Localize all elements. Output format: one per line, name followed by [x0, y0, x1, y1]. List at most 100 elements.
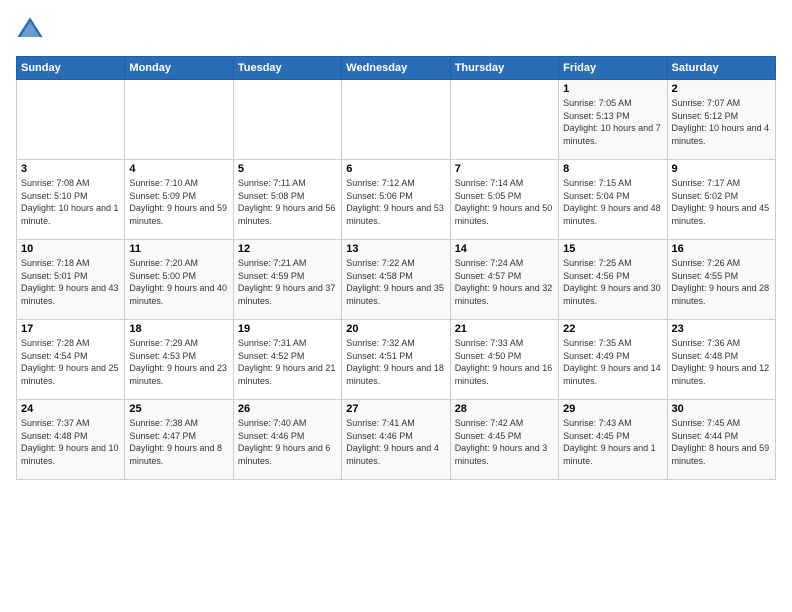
calendar-cell: 1 Sunrise: 7:05 AM Sunset: 5:13 PM Daylig… — [559, 80, 667, 160]
calendar-table: SundayMondayTuesdayWednesdayThursdayFrid… — [16, 56, 776, 480]
calendar-cell: 11 Sunrise: 7:20 AM Sunset: 5:00 PM Dayli… — [125, 240, 233, 320]
logo — [16, 16, 48, 44]
day-number: 25 — [129, 403, 228, 415]
day-info: Sunrise: 7:32 AM Sunset: 4:51 PM Dayligh… — [346, 337, 445, 387]
day-number: 30 — [672, 403, 771, 415]
day-info: Sunrise: 7:36 AM Sunset: 4:48 PM Dayligh… — [672, 337, 771, 387]
day-info: Sunrise: 7:38 AM Sunset: 4:47 PM Dayligh… — [129, 417, 228, 467]
calendar-cell: 12 Sunrise: 7:21 AM Sunset: 4:59 PM Dayli… — [233, 240, 341, 320]
day-info: Sunrise: 7:21 AM Sunset: 4:59 PM Dayligh… — [238, 257, 337, 307]
calendar-cell: 10 Sunrise: 7:18 AM Sunset: 5:01 PM Dayli… — [17, 240, 125, 320]
calendar-cell: 20 Sunrise: 7:32 AM Sunset: 4:51 PM Dayli… — [342, 320, 450, 400]
calendar-week-row: 17 Sunrise: 7:28 AM Sunset: 4:54 PM Dayli… — [17, 320, 776, 400]
day-info: Sunrise: 7:08 AM Sunset: 5:10 PM Dayligh… — [21, 177, 120, 227]
day-info: Sunrise: 7:41 AM Sunset: 4:46 PM Dayligh… — [346, 417, 445, 467]
day-info: Sunrise: 7:45 AM Sunset: 4:44 PM Dayligh… — [672, 417, 771, 467]
calendar-cell: 25 Sunrise: 7:38 AM Sunset: 4:47 PM Dayli… — [125, 400, 233, 480]
calendar-week-row: 10 Sunrise: 7:18 AM Sunset: 5:01 PM Dayli… — [17, 240, 776, 320]
day-number: 15 — [563, 243, 662, 255]
weekday-row: SundayMondayTuesdayWednesdayThursdayFrid… — [17, 57, 776, 80]
calendar-week-row: 1 Sunrise: 7:05 AM Sunset: 5:13 PM Daylig… — [17, 80, 776, 160]
calendar-cell: 8 Sunrise: 7:15 AM Sunset: 5:04 PM Daylig… — [559, 160, 667, 240]
day-number: 8 — [563, 163, 662, 175]
weekday-header: Friday — [559, 57, 667, 80]
calendar-cell: 16 Sunrise: 7:26 AM Sunset: 4:55 PM Dayli… — [667, 240, 775, 320]
calendar-cell: 18 Sunrise: 7:29 AM Sunset: 4:53 PM Dayli… — [125, 320, 233, 400]
day-number: 29 — [563, 403, 662, 415]
day-number: 26 — [238, 403, 337, 415]
day-info: Sunrise: 7:17 AM Sunset: 5:02 PM Dayligh… — [672, 177, 771, 227]
page: SundayMondayTuesdayWednesdayThursdayFrid… — [0, 0, 792, 612]
calendar-cell: 30 Sunrise: 7:45 AM Sunset: 4:44 PM Dayli… — [667, 400, 775, 480]
day-info: Sunrise: 7:31 AM Sunset: 4:52 PM Dayligh… — [238, 337, 337, 387]
calendar-cell: 17 Sunrise: 7:28 AM Sunset: 4:54 PM Dayli… — [17, 320, 125, 400]
day-info: Sunrise: 7:37 AM Sunset: 4:48 PM Dayligh… — [21, 417, 120, 467]
calendar-cell — [450, 80, 558, 160]
calendar-cell: 2 Sunrise: 7:07 AM Sunset: 5:12 PM Daylig… — [667, 80, 775, 160]
calendar-cell: 21 Sunrise: 7:33 AM Sunset: 4:50 PM Dayli… — [450, 320, 558, 400]
calendar-cell: 23 Sunrise: 7:36 AM Sunset: 4:48 PM Dayli… — [667, 320, 775, 400]
logo-icon — [16, 16, 44, 44]
day-number: 16 — [672, 243, 771, 255]
day-info: Sunrise: 7:28 AM Sunset: 4:54 PM Dayligh… — [21, 337, 120, 387]
header — [16, 16, 776, 44]
day-info: Sunrise: 7:20 AM Sunset: 5:00 PM Dayligh… — [129, 257, 228, 307]
day-info: Sunrise: 7:11 AM Sunset: 5:08 PM Dayligh… — [238, 177, 337, 227]
calendar-cell: 15Sunrise: 7:25 AM Sunset: 4:56 PM Dayli… — [559, 240, 667, 320]
day-info: Sunrise: 7:24 AM Sunset: 4:57 PM Dayligh… — [455, 257, 554, 307]
calendar-cell: 29 Sunrise: 7:43 AM Sunset: 4:45 PM Dayli… — [559, 400, 667, 480]
calendar-cell: 26 Sunrise: 7:40 AM Sunset: 4:46 PM Dayli… — [233, 400, 341, 480]
day-info: Sunrise: 7:14 AM Sunset: 5:05 PM Dayligh… — [455, 177, 554, 227]
day-info: Sunrise: 7:43 AM Sunset: 4:45 PM Dayligh… — [563, 417, 662, 467]
day-number: 20 — [346, 323, 445, 335]
weekday-header: Tuesday — [233, 57, 341, 80]
calendar-cell: 9 Sunrise: 7:17 AM Sunset: 5:02 PM Daylig… — [667, 160, 775, 240]
day-number: 11 — [129, 243, 228, 255]
day-info: Sunrise: 7:10 AM Sunset: 5:09 PM Dayligh… — [129, 177, 228, 227]
day-number: 10 — [21, 243, 120, 255]
day-info: Sunrise: 7:07 AM Sunset: 5:12 PM Dayligh… — [672, 97, 771, 147]
calendar-cell: 6 Sunrise: 7:12 AM Sunset: 5:06 PM Daylig… — [342, 160, 450, 240]
day-number: 7 — [455, 163, 554, 175]
day-info: Sunrise: 7:18 AM Sunset: 5:01 PM Dayligh… — [21, 257, 120, 307]
day-number: 3 — [21, 163, 120, 175]
day-info: Sunrise: 7:12 AM Sunset: 5:06 PM Dayligh… — [346, 177, 445, 227]
weekday-header: Thursday — [450, 57, 558, 80]
day-number: 17 — [21, 323, 120, 335]
day-number: 2 — [672, 83, 771, 95]
calendar-week-row: 24 Sunrise: 7:37 AM Sunset: 4:48 PM Dayli… — [17, 400, 776, 480]
day-number: 27 — [346, 403, 445, 415]
day-number: 22 — [563, 323, 662, 335]
day-number: 19 — [238, 323, 337, 335]
calendar-cell: 28 Sunrise: 7:42 AM Sunset: 4:45 PM Dayli… — [450, 400, 558, 480]
day-number: 12 — [238, 243, 337, 255]
day-number: 23 — [672, 323, 771, 335]
day-info: Sunrise: 7:05 AM Sunset: 5:13 PM Dayligh… — [563, 97, 662, 147]
day-number: 1 — [563, 83, 662, 95]
day-number: 18 — [129, 323, 228, 335]
calendar-cell: 19 Sunrise: 7:31 AM Sunset: 4:52 PM Dayli… — [233, 320, 341, 400]
weekday-header: Wednesday — [342, 57, 450, 80]
day-number: 9 — [672, 163, 771, 175]
day-number: 28 — [455, 403, 554, 415]
day-number: 24 — [21, 403, 120, 415]
day-info: Sunrise: 7:29 AM Sunset: 4:53 PM Dayligh… — [129, 337, 228, 387]
weekday-header: Saturday — [667, 57, 775, 80]
weekday-header: Sunday — [17, 57, 125, 80]
day-number: 6 — [346, 163, 445, 175]
day-number: 13 — [346, 243, 445, 255]
weekday-header: Monday — [125, 57, 233, 80]
calendar-header: SundayMondayTuesdayWednesdayThursdayFrid… — [17, 57, 776, 80]
day-number: 21 — [455, 323, 554, 335]
calendar-cell: 24 Sunrise: 7:37 AM Sunset: 4:48 PM Dayli… — [17, 400, 125, 480]
calendar-cell: 4Sunrise: 7:10 AM Sunset: 5:09 PM Daylig… — [125, 160, 233, 240]
day-info: Sunrise: 7:42 AM Sunset: 4:45 PM Dayligh… — [455, 417, 554, 467]
calendar-cell — [342, 80, 450, 160]
calendar-cell — [17, 80, 125, 160]
day-info: Sunrise: 7:26 AM Sunset: 4:55 PM Dayligh… — [672, 257, 771, 307]
day-info: Sunrise: 7:33 AM Sunset: 4:50 PM Dayligh… — [455, 337, 554, 387]
day-number: 5 — [238, 163, 337, 175]
day-info: Sunrise: 7:15 AM Sunset: 5:04 PM Dayligh… — [563, 177, 662, 227]
calendar-cell: 14Sunrise: 7:24 AM Sunset: 4:57 PM Dayli… — [450, 240, 558, 320]
day-info: Sunrise: 7:40 AM Sunset: 4:46 PM Dayligh… — [238, 417, 337, 467]
